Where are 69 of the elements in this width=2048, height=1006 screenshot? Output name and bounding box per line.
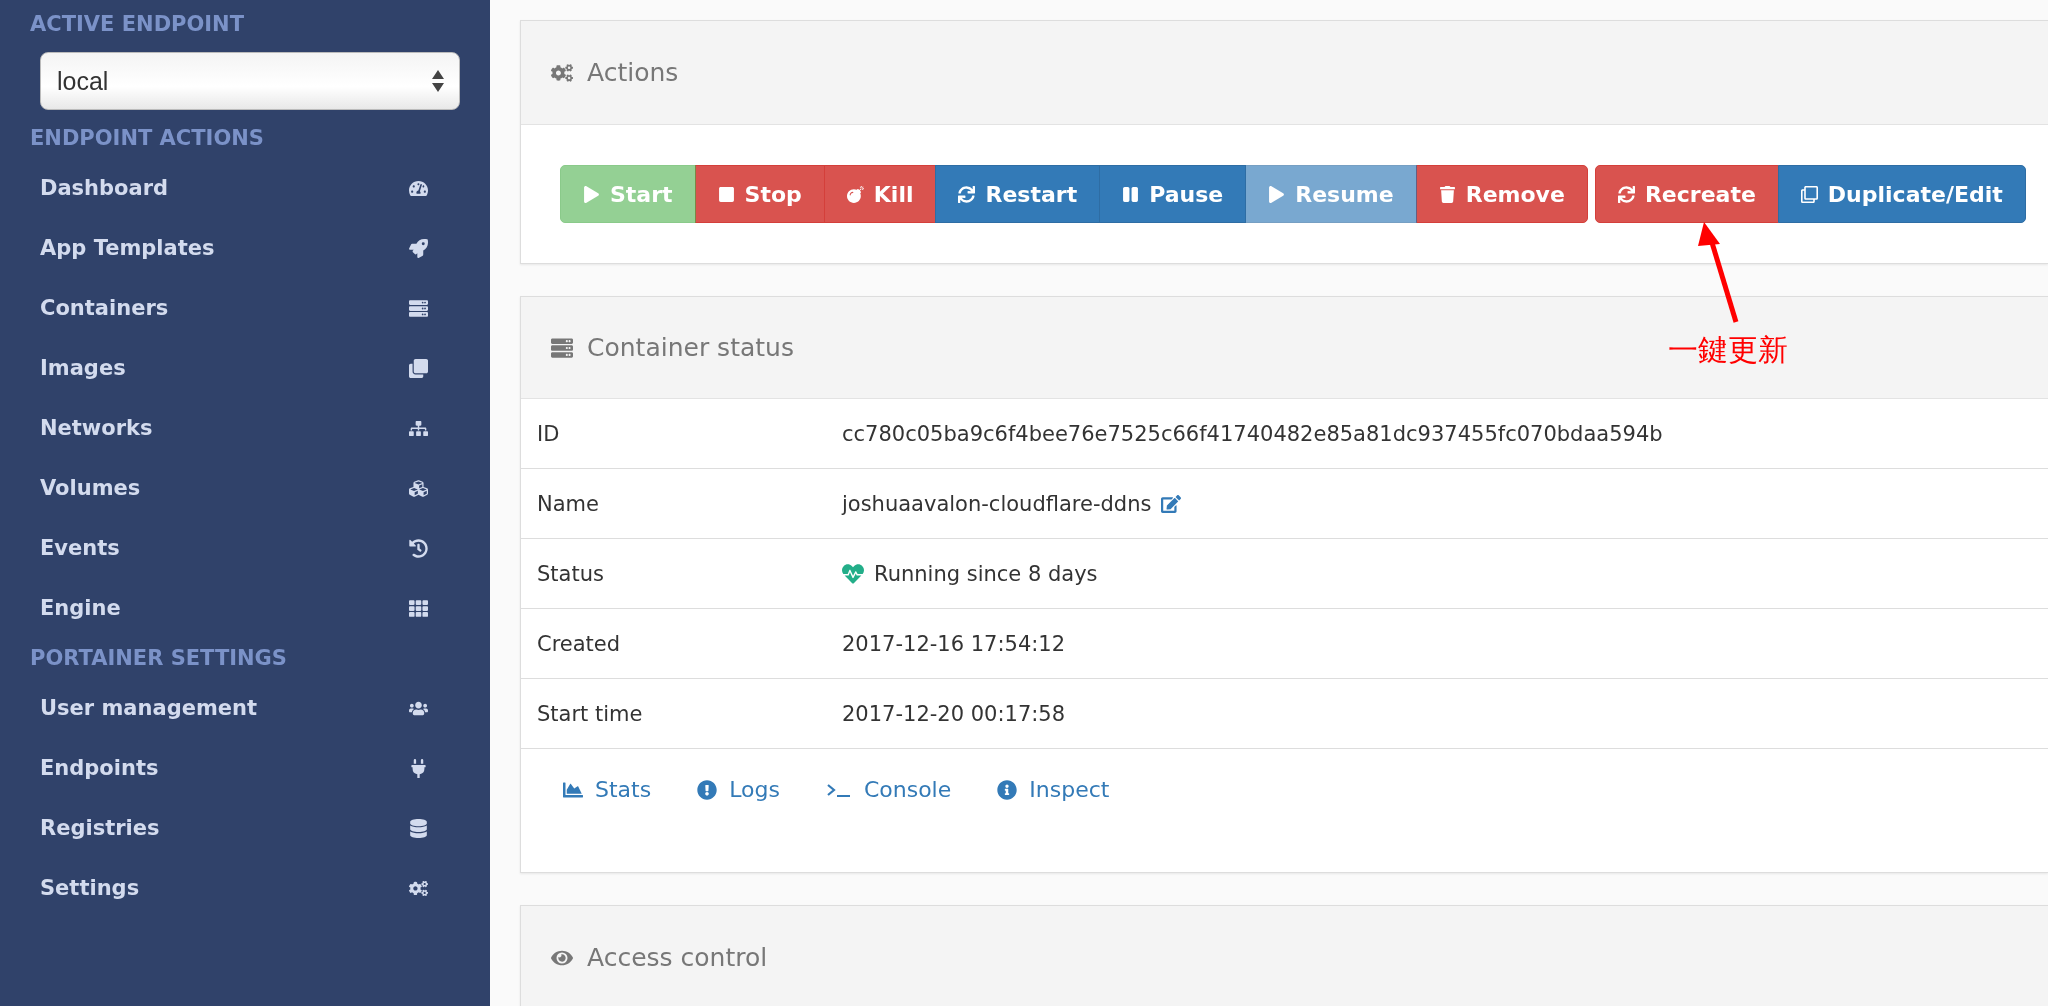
refresh-icon — [1617, 185, 1635, 203]
sidebar-item[interactable]: Dashboard — [0, 158, 490, 218]
sidebar-item[interactable]: Volumes — [0, 458, 490, 518]
sidebar-item[interactable]: Events — [0, 518, 490, 578]
terminal-prompt-icon — [825, 781, 852, 798]
plug-icon — [409, 758, 428, 778]
server-stack-icon — [409, 298, 428, 318]
copies-icon — [1800, 185, 1818, 203]
row-value: 2017-12-20 00:17:58 — [842, 701, 1066, 726]
action-button[interactable]: Restart — [935, 165, 1101, 223]
action-button[interactable]: Remove — [1415, 165, 1588, 223]
pause-icon — [1122, 185, 1140, 203]
rocket-icon — [409, 238, 428, 258]
row-label: Name — [537, 491, 600, 516]
play-icon — [1268, 185, 1286, 203]
panel-title: Access control — [587, 943, 768, 972]
endpoint-select[interactable]: local — [40, 52, 460, 110]
sidebar-section-title: ACTIVE ENDPOINT — [29, 11, 246, 38]
sidebar-item[interactable]: App Templates — [0, 218, 490, 278]
settings-icon — [409, 878, 428, 898]
panel-title: Container status — [587, 333, 794, 362]
dashboard-gauge-icon — [409, 178, 428, 198]
refresh-icon — [958, 185, 976, 203]
stop-square-icon — [717, 185, 735, 203]
heartbeat-icon — [842, 562, 864, 585]
history-icon — [409, 538, 428, 558]
bomb-icon — [846, 185, 864, 203]
info-icon — [997, 779, 1018, 800]
action-button[interactable]: Kill — [823, 165, 937, 223]
sidebar-item[interactable]: Registries — [0, 798, 490, 858]
sidebar-item[interactable]: Containers — [0, 278, 490, 338]
action-button[interactable]: Pause — [1099, 165, 1247, 223]
sidebar-item[interactable]: Endpoints — [0, 738, 490, 798]
row-value: Running since 8 days — [874, 561, 1098, 586]
panel-title: Actions — [587, 58, 679, 87]
sitemap-icon — [409, 418, 428, 438]
up-down-caret-icon — [431, 69, 445, 93]
cubes-icon — [409, 478, 428, 498]
sidebar-item[interactable]: User management — [0, 678, 490, 738]
annotation-text: 一鍵更新 — [1668, 331, 1788, 369]
row-value: joshuaavalon-cloudflare-ddns — [842, 491, 1152, 516]
tab-link[interactable]: Stats — [563, 777, 652, 802]
row-value: cc780c05ba9c6f4bee76e7525c66f41740482e85a81dc937455fc070bdaa594b — [842, 421, 1663, 446]
exclamation-icon — [697, 779, 718, 800]
edit-icon[interactable] — [1161, 493, 1182, 514]
action-button[interactable]: Duplicate/Edit — [1777, 165, 2026, 223]
row-label: Created — [537, 631, 622, 656]
tab-link[interactable]: Console — [825, 777, 952, 802]
row-value: 2017-12-16 17:54:12 — [842, 631, 1066, 656]
row-label: Start time — [537, 701, 644, 726]
copies-icon — [409, 358, 428, 378]
action-button[interactable]: Stop — [694, 165, 825, 223]
sidebar-section-title: PORTAINER SETTINGS — [29, 645, 288, 672]
sidebar-item[interactable]: Engine — [0, 578, 490, 638]
database-icon — [409, 818, 428, 838]
tab-link[interactable]: Logs — [697, 777, 780, 802]
sidebar-section-title: ENDPOINT ACTIONS — [29, 125, 265, 152]
server-stack-icon — [551, 336, 573, 359]
row-label: Status — [537, 561, 605, 586]
settings-icon — [551, 61, 573, 84]
sidebar-item[interactable]: Images — [0, 338, 490, 398]
action-button[interactable]: Recreate — [1594, 165, 1779, 223]
tab-link[interactable]: Inspect — [997, 777, 1110, 802]
play-icon — [583, 185, 600, 203]
sidebar-item[interactable]: Networks — [0, 398, 490, 458]
row-label: ID — [537, 421, 561, 446]
trash-icon — [1438, 185, 1456, 203]
sidebar-item[interactable]: Settings — [0, 858, 490, 918]
grid-icon — [409, 598, 428, 618]
